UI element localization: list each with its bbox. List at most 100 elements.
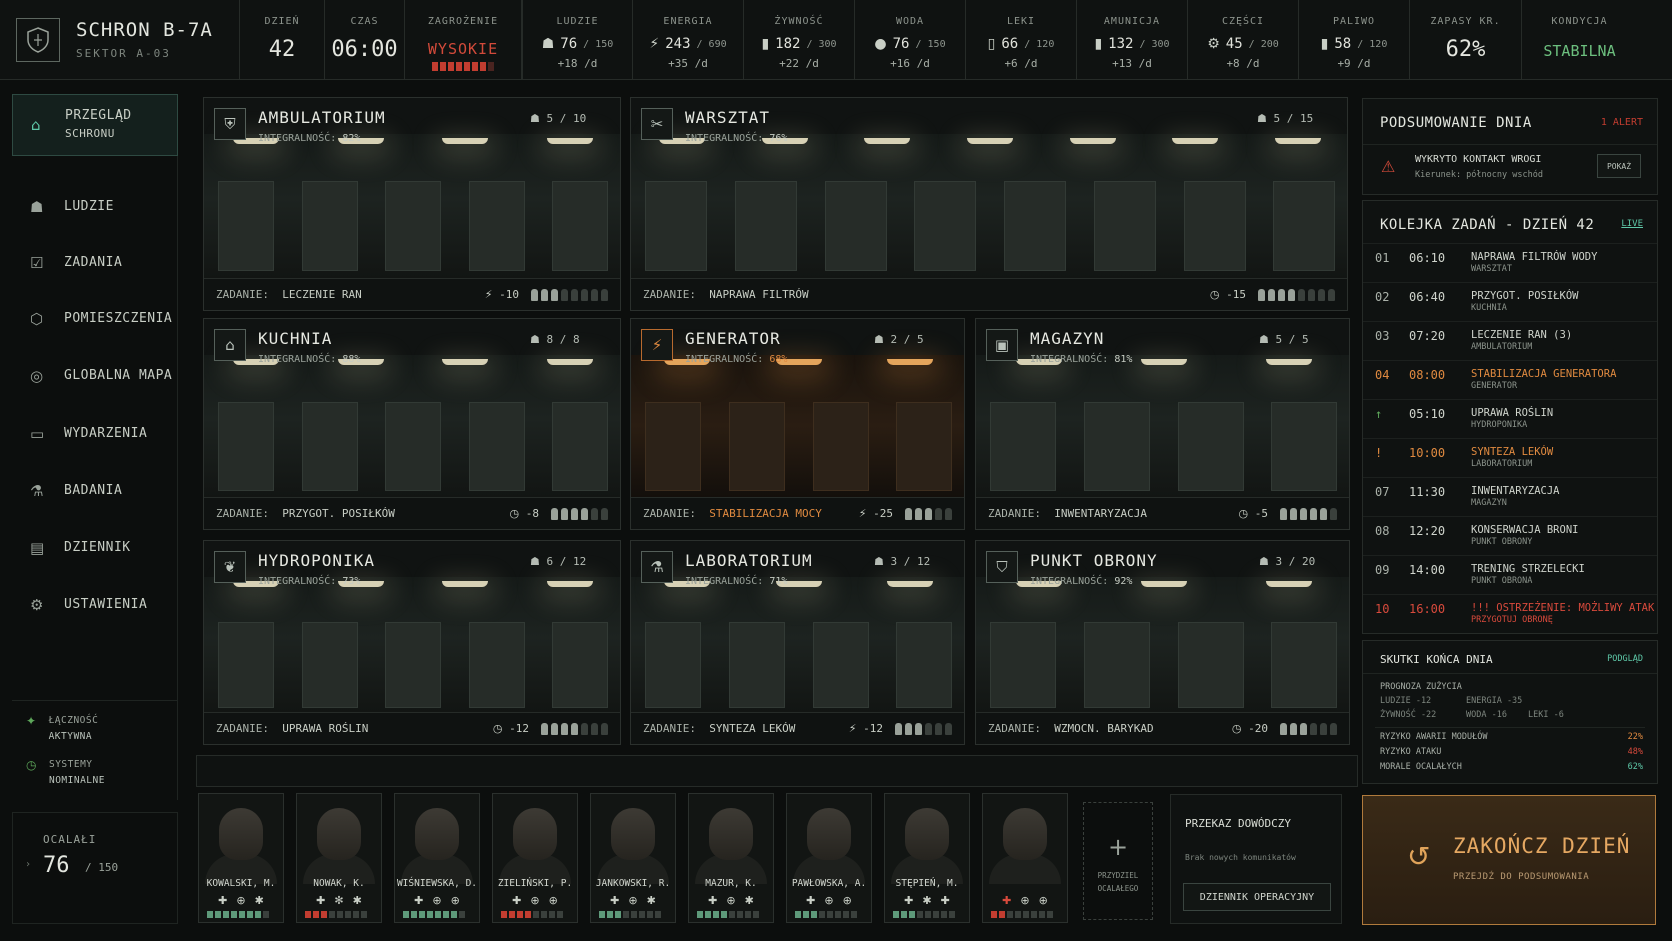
room-generator[interactable]: ⚡ GENERATOR INTEGRALNOŚĆ: 68% ☗ 2 / 5 ZA… xyxy=(630,318,965,530)
nav-item-0[interactable]: ⌂ PRZEGLĄD SCHRONU xyxy=(12,94,178,156)
queue-item[interactable]: 07 11:30 INWENTARYZACJA MAGAZYN xyxy=(1363,477,1657,516)
nav-item-2[interactable]: ☑ ZADANIA xyxy=(12,235,178,291)
show-alert-button[interactable]: POKAŻ xyxy=(1597,154,1641,178)
worker-slot-icon xyxy=(1290,507,1297,520)
worker-slot-icon xyxy=(601,288,608,301)
survivor-card[interactable]: MAZUR, K. ✚ ⊕ ✱ xyxy=(688,793,774,923)
room-integrity: INTEGRALNOŚĆ: 92% xyxy=(1030,576,1133,587)
medic-skill-icon: ✚ xyxy=(806,894,816,907)
survivor-card[interactable]: NOWAK, K. ✚ ✻ ✱ xyxy=(296,793,382,923)
queue-time: 05:10 xyxy=(1409,407,1446,421)
room-task: ZADANIE: LECZENIE RAN xyxy=(216,288,362,301)
room-task: ZADANIE: NAPRAWA FILTRÓW xyxy=(643,288,809,301)
worker-slot-icon xyxy=(1328,288,1335,301)
day-label: DZIEŃ xyxy=(264,16,300,27)
combat-skill-icon: ⊕ xyxy=(628,894,638,907)
room-name: KUCHNIA xyxy=(258,329,333,348)
assign-label-1: PRZYDZIEL xyxy=(1097,871,1139,880)
threat-segment xyxy=(488,62,494,71)
room-punkt-obrony[interactable]: ⛉ PUNKT OBRONY INTEGRALNOŚĆ: 92% ☗ 3 / 2… xyxy=(975,540,1350,745)
shelter-name: SCHRON B-7A xyxy=(76,19,213,41)
nav-item-6[interactable]: ⚗ BADANIA xyxy=(12,463,178,519)
queue-item[interactable]: 04 08:00 STABILIZACJA GENERATORA GENERAT… xyxy=(1363,360,1657,399)
end-day-button[interactable]: ↺ ZAKOŃCZ DZIEŃ PRZEJDŹ DO PODSUMOWANIA xyxy=(1362,795,1656,925)
nav-item-7[interactable]: ▤ DZIENNIK xyxy=(12,520,178,576)
assign-survivor-button[interactable]: + PRZYDZIEL OCALAŁEGO xyxy=(1083,802,1153,920)
nav-item-1[interactable]: ☗ LUDZIE xyxy=(12,179,178,235)
worker-slots xyxy=(895,722,952,735)
room-scene xyxy=(976,577,1349,712)
risk-value: 48% xyxy=(1627,747,1643,757)
queue-item[interactable]: 02 06:40 PRZYGOT. POSIŁKÓW KUCHNIA xyxy=(1363,282,1657,321)
queue-item[interactable]: 09 14:00 TRENING STRZELECKI PUNKT OBRONA xyxy=(1363,555,1657,594)
resource-delta: +18 /d xyxy=(557,57,598,70)
queue-item[interactable]: 03 07:20 LECZENIE RAN (3) AMBULATORIUM xyxy=(1363,321,1657,360)
resource-max: / 200 xyxy=(1248,38,1279,50)
queue-item[interactable]: 01 06:10 NAPRAWA FILTRÓW WODY WARSZTAT xyxy=(1363,243,1657,282)
room-task-bar: ZADANIE: UPRAWA ROŚLIN ◷ -12 xyxy=(204,712,620,744)
home-icon: ⌂ xyxy=(31,116,42,134)
nav-item-8[interactable]: ⚙ USTAWIENIA xyxy=(12,577,178,633)
health-segment xyxy=(255,911,261,918)
room-scene xyxy=(204,577,620,712)
queue-task: PRZYGOT. POSIŁKÓW xyxy=(1471,290,1579,302)
room-icon: ▣ xyxy=(986,329,1018,361)
survivor-health-bar xyxy=(795,911,857,918)
health-segment xyxy=(345,911,351,918)
top-bar: SCHRON B-7A SEKTOR A-03 DZIEŃ 42 CZAS 06… xyxy=(0,0,1672,80)
bolt-icon: ⚡ xyxy=(649,36,660,52)
room-kuchnia[interactable]: ⌂ KUCHNIA INTEGRALNOŚĆ: 88% ☗ 8 / 8 ZADA… xyxy=(203,318,621,530)
survivor-card[interactable]: STĘPIEŃ, M. ✚ ✱ ✚ xyxy=(884,793,970,923)
risk-value: 22% xyxy=(1627,732,1643,742)
health-segment xyxy=(655,911,661,918)
queue-item[interactable]: ! 10:00 SYNTEZA LEKÓW LABORATORIUM xyxy=(1363,438,1657,477)
worker-slot-icon xyxy=(551,507,558,520)
worker-slot-icon xyxy=(1268,288,1275,301)
live-indicator[interactable]: LIVE xyxy=(1621,219,1643,229)
room-name: LABORATORIUM xyxy=(685,551,813,570)
survivor-card[interactable]: ✚ ⊕ ⊕ xyxy=(982,793,1068,923)
survivor-skills: ✚ ⊕ ✱ xyxy=(689,894,773,907)
survivor-card[interactable]: WIŚNIEWSKA, D. ✚ ⊕ ⊕ xyxy=(394,793,480,923)
resource-max: / 690 xyxy=(696,38,727,50)
worker-slot-icon xyxy=(571,288,578,301)
health-segment xyxy=(607,911,613,918)
room-warsztat[interactable]: ✂ WARSZTAT INTEGRALNOŚĆ: 76% ☗ 5 / 15 ZA… xyxy=(630,97,1348,311)
queue-item[interactable]: 10 16:00 !!! OSTRZEŻENIE: MOŻLIWY ATAK P… xyxy=(1363,594,1657,633)
survivor-card[interactable]: JANKOWSKI, R. ✚ ⊕ ✱ xyxy=(590,793,676,923)
health-segment xyxy=(239,911,245,918)
queue-item[interactable]: ↑ 05:10 UPRAWA ROŚLIN HYDROPONIKA xyxy=(1363,399,1657,438)
operations-log-button[interactable]: DZIENNIK OPERACYJNY xyxy=(1183,883,1331,911)
room-hydroponika[interactable]: ❦ HYDROPONIKA INTEGRALNOŚĆ: 73% ☗ 6 / 12… xyxy=(203,540,621,745)
queue-number: 07 xyxy=(1375,485,1390,499)
food-icon: ▮ xyxy=(761,36,770,52)
people-icon: ☗ xyxy=(530,555,540,568)
room-magazyn[interactable]: ▣ MAGAZYN INTEGRALNOŚĆ: 81% ☗ 5 / 5 ZADA… xyxy=(975,318,1350,530)
risk-value: 62% xyxy=(1627,762,1643,772)
queue-task: STABILIZACJA GENERATORA xyxy=(1471,368,1617,380)
preview-link[interactable]: PODGLĄD xyxy=(1607,654,1643,664)
health-segment xyxy=(639,911,645,918)
survivor-card[interactable]: PAWŁOWSKA, A. ✚ ⊕ ⊕ xyxy=(786,793,872,923)
survivor-card[interactable]: KOWALSKI, M. ✚ ⊕ ✱ xyxy=(198,793,284,923)
nav-item-4[interactable]: ◎ GLOBALNA MAPA xyxy=(12,348,178,404)
resource-value: 243 xyxy=(665,36,691,52)
settings-icon: ⚙ xyxy=(30,596,44,614)
room-laboratorium[interactable]: ⚗ LABORATORIUM INTEGRALNOŚĆ: 71% ☗ 3 / 1… xyxy=(630,540,965,745)
room-ambulatorium[interactable]: ⛨ AMBULATORIUM INTEGRALNOŚĆ: 82% ☗ 5 / 1… xyxy=(203,97,621,311)
health-segment xyxy=(917,911,923,918)
nav-item-5[interactable]: ▭ WYDARZENIA xyxy=(12,406,178,462)
survivor-card[interactable]: ZIELIŃSKI, P. ✚ ⊕ ⊕ xyxy=(492,793,578,923)
nav-item-3[interactable]: ⬡ POMIESZCZENIA xyxy=(12,291,178,347)
resource-value: 76 xyxy=(892,36,910,52)
resource-value: 132 xyxy=(1108,36,1134,52)
skill-skill-icon: ✱ xyxy=(744,894,754,907)
room-name: WARSZTAT xyxy=(685,108,771,127)
health-segment xyxy=(991,911,997,918)
survivor-health-bar xyxy=(599,911,661,918)
health-segment xyxy=(313,911,319,918)
queue-item[interactable]: 08 12:20 KONSERWACJA BRONI PUNKT OBRONY xyxy=(1363,516,1657,555)
people-icon: ☗ xyxy=(30,198,44,216)
room-scene xyxy=(631,355,964,497)
queue-time: 12:20 xyxy=(1409,524,1446,538)
